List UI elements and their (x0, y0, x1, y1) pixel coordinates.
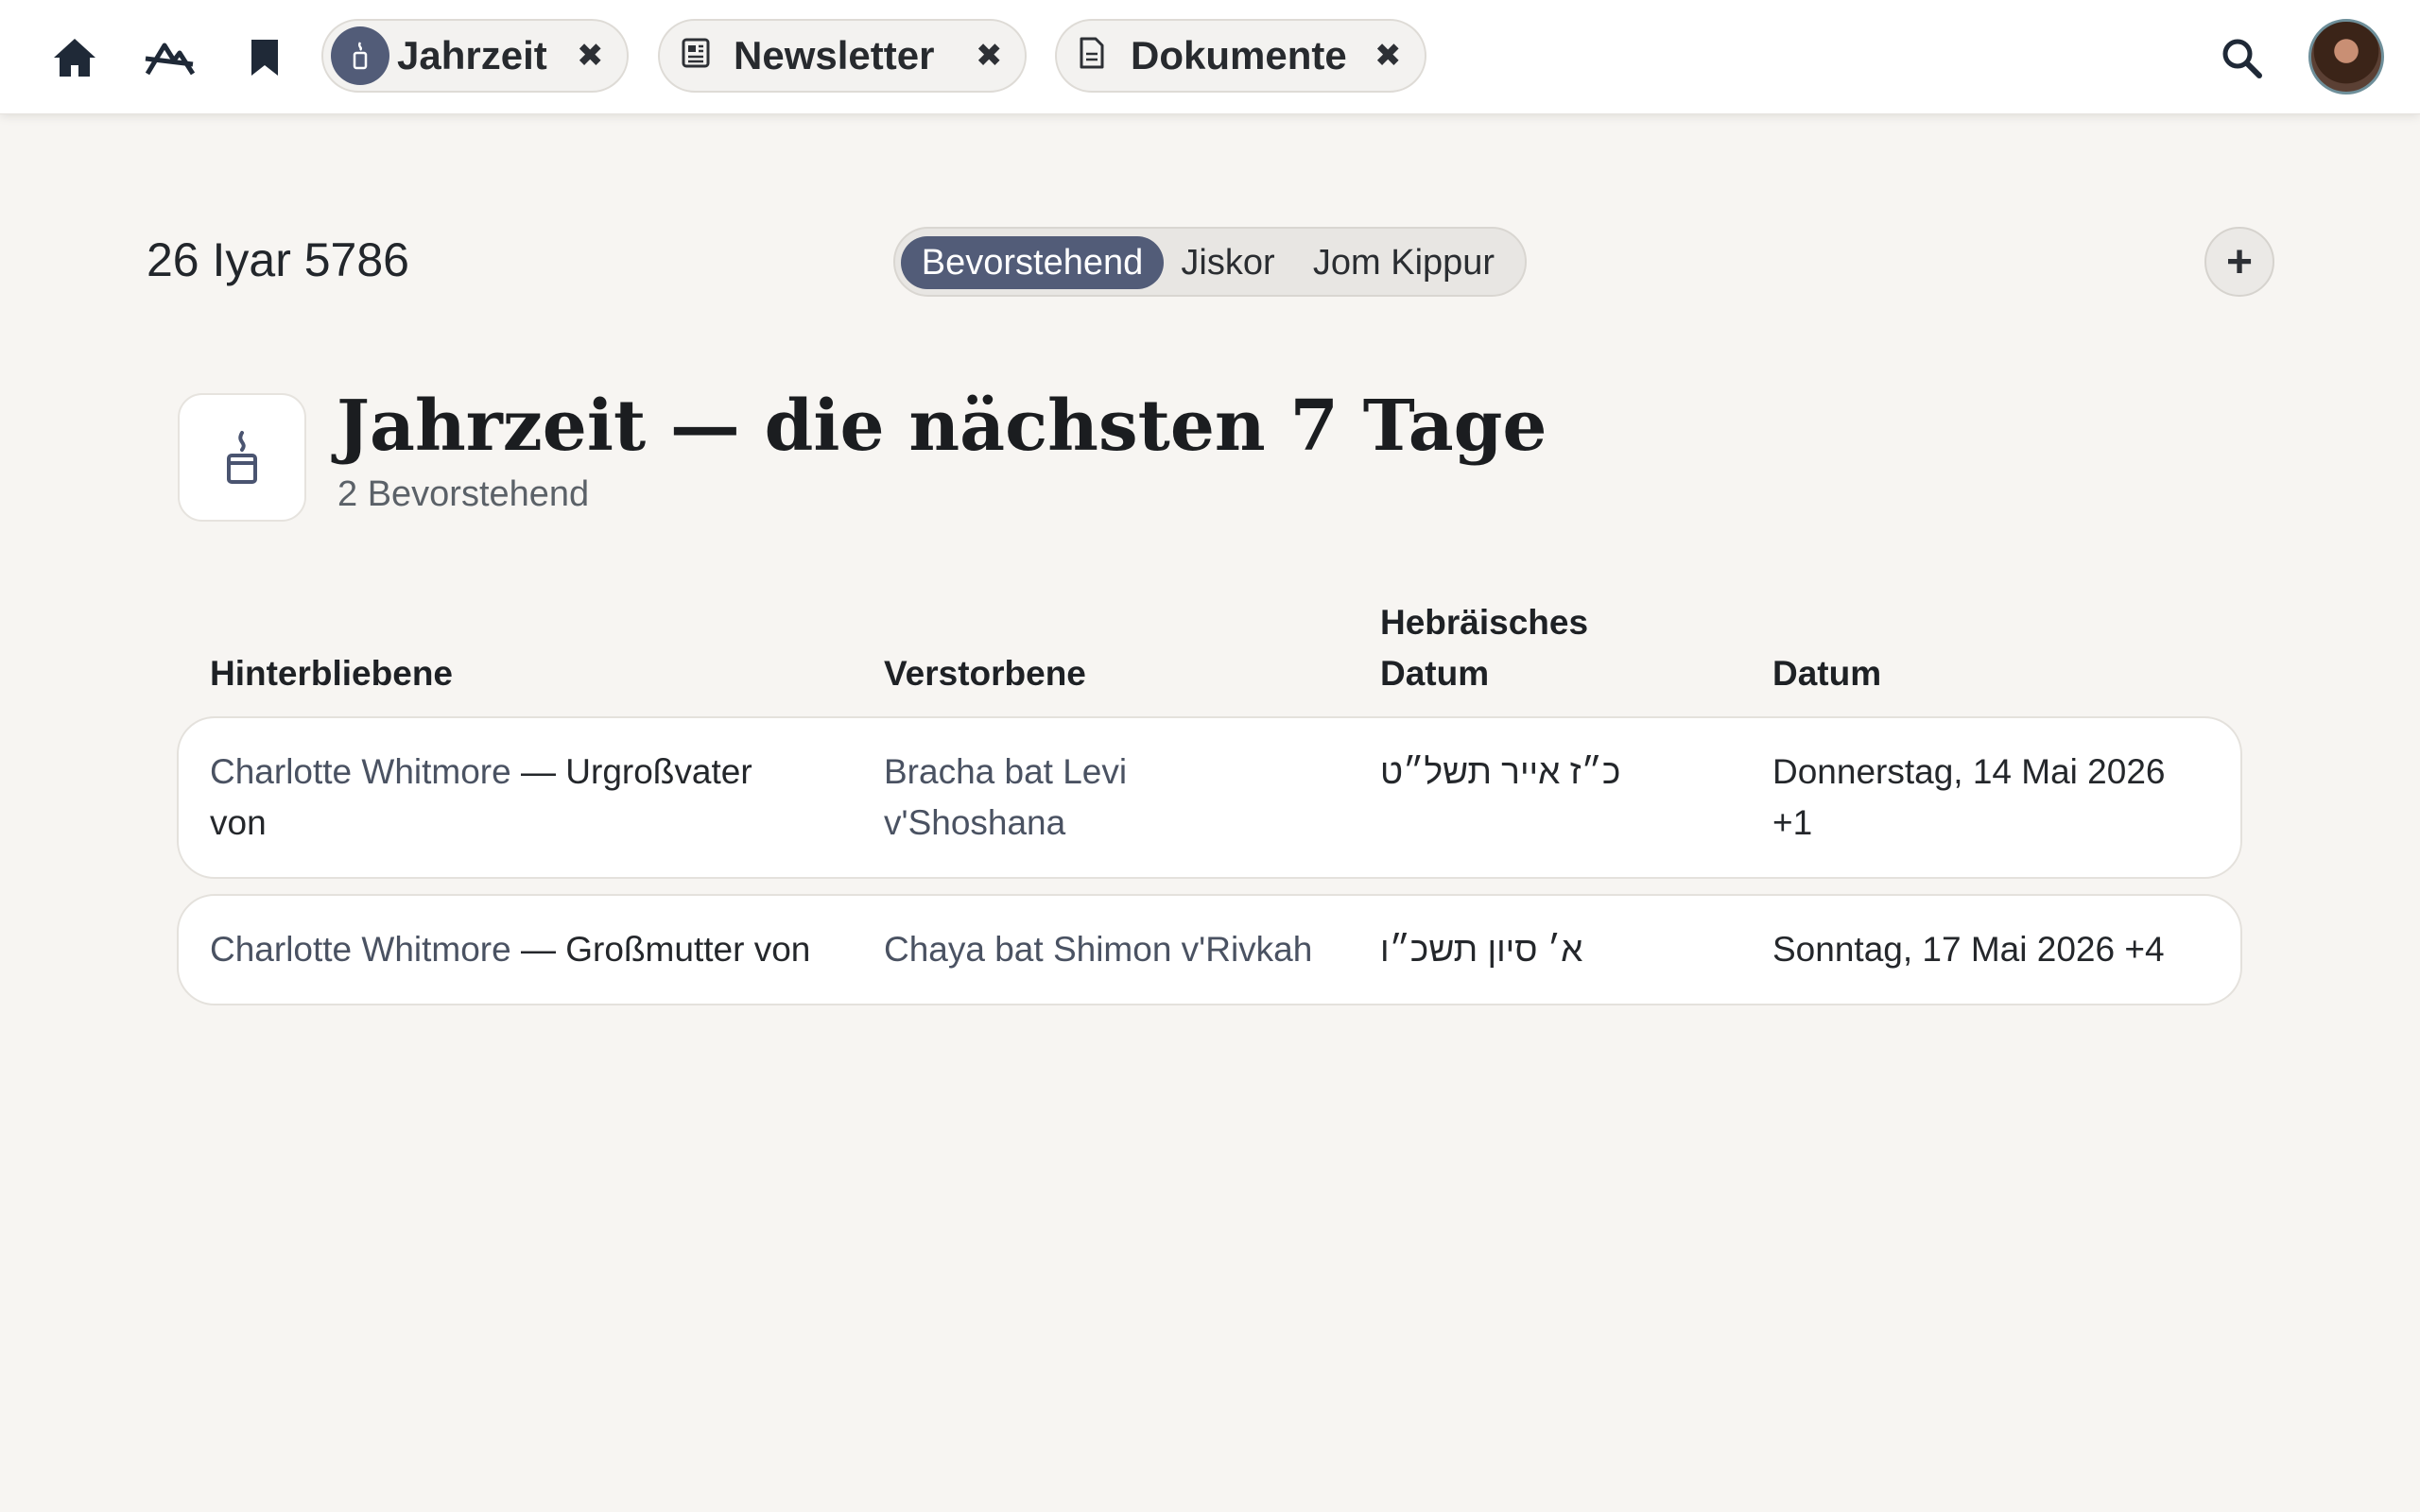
tab-newsletter[interactable]: Newsletter ✖ (658, 19, 1027, 93)
table-row[interactable]: Charlotte Whitmore — Großmutter von Chay… (177, 894, 2242, 1005)
upcoming-count: 2 Bevorstehend (337, 474, 590, 514)
date-line2: +1 (1772, 803, 1813, 842)
hebrew-date-cell: כ״ז אייר תשל״ט (1380, 752, 1621, 791)
column-header-date: Datum (1772, 654, 1882, 693)
segment-jom-kippur[interactable]: Jom Kippur (1294, 236, 1513, 289)
date-line1: Donnerstag, 14 Mai 2026 (1772, 752, 2166, 791)
deceased-name-line2: v'Shoshana (884, 803, 1066, 842)
column-header-hebrew-date: Hebräisches Datum (1380, 597, 1588, 699)
close-icon[interactable]: ✖ (577, 37, 604, 75)
mourner-cell: Charlotte Whitmore — Urgroßvater von (210, 747, 853, 849)
hebrew-date-cell: א׳ סיון תשכ״ו (1380, 930, 1583, 969)
relation: — Urgroßvater (510, 752, 752, 791)
newspaper-icon (681, 36, 711, 75)
candle-icon (178, 393, 306, 522)
home-icon[interactable] (45, 28, 104, 87)
segment-bevorstehend[interactable]: Bevorstehend (901, 236, 1164, 289)
mourner-cell: Charlotte Whitmore — Großmutter von (210, 924, 872, 975)
tab-label: Newsletter (734, 33, 935, 77)
hebrew-date-label: 26 Iyar 5786 (147, 233, 409, 286)
top-bar: Jahrzeit ✖ Newsletter ✖ Dokumente ✖ (0, 0, 2420, 114)
date-cell: Donnerstag, 14 Mai 2026 +1 (1772, 747, 2226, 849)
mourner-name[interactable]: Charlotte Whitmore (210, 930, 511, 969)
deceased-cell[interactable]: Chaya bat Shimon v'Rivkah (884, 924, 1357, 975)
candle-icon (331, 26, 389, 85)
bookmark-icon[interactable] (235, 28, 294, 87)
relation: — Großmutter von (510, 930, 811, 969)
column-header-hebrew-date-line2: Datum (1380, 654, 1490, 693)
tab-jahrzeit[interactable]: Jahrzeit ✖ (321, 19, 629, 93)
column-header-mourner: Hinterbliebene (210, 654, 453, 693)
mountains-icon[interactable] (140, 28, 199, 87)
search-icon[interactable] (2212, 28, 2271, 87)
close-icon[interactable]: ✖ (976, 37, 1003, 75)
mourner-name[interactable]: Charlotte Whitmore (210, 752, 511, 791)
segment-jiskor[interactable]: Jiskor (1175, 236, 1281, 289)
deceased-name-line1: Bracha bat Levi (884, 752, 1128, 791)
avatar[interactable] (2308, 19, 2384, 94)
segmented-control: Bevorstehend Jiskor Jom Kippur (893, 227, 1527, 297)
column-header-hebrew-date-line1: Hebräisches (1380, 603, 1589, 642)
close-icon[interactable]: ✖ (1374, 37, 1402, 75)
deceased-cell[interactable]: Bracha bat Levi v'Shoshana (884, 747, 1319, 849)
table-row[interactable]: Charlotte Whitmore — Urgroßvater von Bra… (177, 716, 2242, 879)
tab-dokumente[interactable]: Dokumente ✖ (1055, 19, 1426, 93)
column-header-deceased: Verstorbene (884, 654, 1086, 693)
relation-cont: von (210, 803, 267, 842)
tab-label: Jahrzeit (397, 33, 547, 77)
document-icon (1078, 36, 1106, 75)
date-cell: Sonntag, 17 Mai 2026 +4 (1772, 930, 2165, 969)
page-title: Jahrzeit — die nächsten 7 Tage (337, 386, 1547, 467)
add-button[interactable]: + (2204, 227, 2274, 297)
tab-label: Dokumente (1131, 33, 1347, 77)
